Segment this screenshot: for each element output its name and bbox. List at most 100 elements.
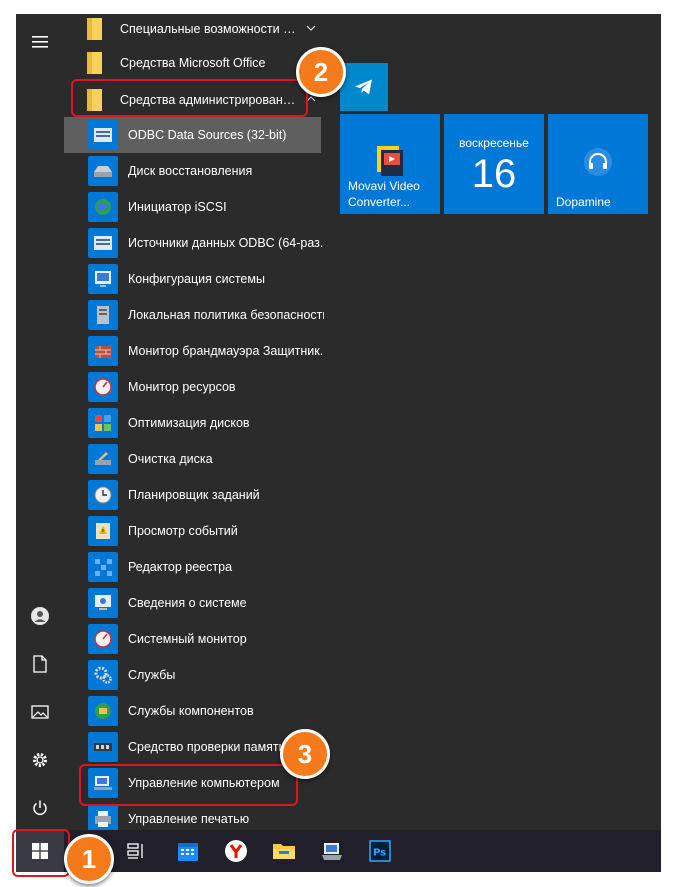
app-label: ODBC Data Sources (32-bit) — [128, 128, 287, 142]
app-task-scheduler[interactable]: Планировщик заданий — [64, 477, 332, 513]
folder-admin-tools[interactable]: Средства администрирования... — [64, 82, 332, 118]
start-rail — [16, 14, 64, 830]
app-label: Очистка диска — [128, 452, 213, 466]
app-firewall-monitor[interactable]: Монитор брандмауэра Защитник... — [64, 333, 332, 369]
app-odbc-64[interactable]: Источники данных ODBC (64-раз... — [64, 225, 332, 261]
expand-menu-button[interactable] — [16, 20, 64, 64]
folder-icon — [80, 48, 110, 78]
task-view-button[interactable] — [112, 830, 160, 872]
drive-icon — [88, 156, 118, 186]
cleanup-icon — [88, 444, 118, 474]
clock-icon — [88, 480, 118, 510]
folder-label: Средства Microsoft Office — [120, 56, 266, 70]
start-button[interactable] — [16, 830, 64, 872]
app-perfmon[interactable]: Системный монитор — [64, 621, 332, 657]
app-label: Конфигурация системы — [128, 272, 265, 286]
taskbar-computer-management[interactable] — [308, 830, 356, 872]
app-resource-monitor[interactable]: Монитор ресурсов — [64, 369, 332, 405]
registry-icon — [88, 552, 118, 582]
tile-dopamine-label: Dopamine — [556, 195, 611, 209]
folder-label: Средства администрирования... — [120, 93, 302, 107]
app-secpol[interactable]: Локальная политика безопасности — [64, 297, 332, 333]
app-component-services[interactable]: Службы компонентов — [64, 693, 332, 729]
power-icon — [33, 800, 47, 816]
folder-icon — [273, 844, 295, 859]
event-icon — [88, 516, 118, 546]
user-icon — [31, 607, 49, 625]
taskbar-file-explorer[interactable] — [260, 830, 308, 872]
tile-movavi-label: Movavi Video Converter... — [348, 179, 420, 209]
app-label: Источники данных ODBC (64-раз... — [128, 236, 324, 250]
telegram-icon — [355, 79, 372, 95]
app-iscsi[interactable]: Инициатор iSCSI — [64, 189, 332, 225]
movavi-icon — [377, 146, 403, 176]
app-services[interactable]: Службы — [64, 657, 332, 693]
document-icon — [33, 655, 47, 673]
globe-icon — [88, 192, 118, 222]
documents-button[interactable] — [16, 642, 64, 686]
app-label: Сведения о системе — [128, 596, 247, 610]
app-system-info[interactable]: Сведения о системе — [64, 585, 332, 621]
computer-mgmt-icon — [88, 768, 118, 798]
pictures-button[interactable] — [16, 690, 64, 734]
app-msconfig[interactable]: Конфигурация системы — [64, 261, 332, 297]
picture-icon — [31, 705, 49, 719]
calendar-day: воскресенье — [459, 136, 529, 150]
step-badge-3: 3 — [280, 729, 330, 779]
folder-icon — [80, 85, 110, 115]
folder-icon — [80, 14, 110, 44]
chevron-down-icon — [306, 25, 316, 31]
app-label: Системный монитор — [128, 632, 247, 646]
app-label: Планировщик заданий — [128, 488, 260, 502]
app-list: Специальные возможности Wi... Средства M… — [64, 14, 332, 834]
components-icon — [88, 696, 118, 726]
svg-text:Ps: Ps — [373, 848, 386, 859]
user-account-button[interactable] — [16, 594, 64, 638]
app-odbc-32[interactable]: ODBC Data Sources (32-bit) — [64, 117, 321, 153]
memory-icon — [88, 732, 118, 762]
app-label: Диск восстановления — [128, 164, 253, 178]
config-icon — [88, 264, 118, 294]
taskbar-photoshop[interactable]: Ps — [356, 830, 404, 872]
calendar-date: 16 — [471, 152, 517, 196]
firewall-icon — [88, 336, 118, 366]
computer-mgmt-icon — [322, 843, 342, 860]
start-menu: Специальные возможности Wi... Средства M… — [16, 14, 661, 872]
hamburger-icon — [32, 36, 48, 48]
taskbar-calendar-app[interactable] — [164, 830, 212, 872]
step-badge-1: 1 — [64, 834, 114, 884]
tile-dopamine[interactable]: Dopamine — [548, 114, 648, 214]
app-label: Оптимизация дисков — [128, 416, 250, 430]
headphones-icon — [584, 148, 612, 176]
tiles-area: Movavi Video Converter... воскресенье 16… — [340, 14, 661, 830]
app-label: Монитор брандмауэра Защитник... — [128, 344, 324, 358]
odbc-icon — [88, 228, 118, 258]
app-label: Редактор реестра — [128, 560, 233, 574]
settings-button[interactable] — [16, 738, 64, 782]
step-badge-2: 2 — [296, 47, 346, 97]
app-regedit[interactable]: Редактор реестра — [64, 549, 332, 585]
tile-telegram[interactable] — [340, 63, 388, 111]
tile-calendar[interactable]: воскресенье 16 — [444, 114, 544, 214]
app-label: Службы — [128, 668, 176, 682]
app-label: Локальная политика безопасности — [128, 308, 324, 322]
app-label: Инициатор iSCSI — [128, 200, 227, 214]
calendar-icon — [178, 843, 198, 861]
gauge-icon — [88, 372, 118, 402]
taskbar-yandex-browser[interactable] — [212, 830, 260, 872]
app-label: Просмотр событий — [128, 524, 238, 538]
app-disk-cleanup[interactable]: Очистка диска — [64, 441, 332, 477]
app-event-viewer[interactable]: Просмотр событий — [64, 513, 332, 549]
sysinfo-icon — [88, 588, 118, 618]
folder-microsoft-office[interactable]: Средства Microsoft Office — [64, 45, 332, 81]
folder-accessibility[interactable]: Специальные возможности Wi... — [64, 14, 332, 47]
power-button[interactable] — [16, 786, 64, 830]
odbc-icon — [88, 120, 118, 150]
app-defrag[interactable]: Оптимизация дисков — [64, 405, 332, 441]
policy-icon — [88, 300, 118, 330]
tile-movavi[interactable]: Movavi Video Converter... — [340, 114, 440, 214]
windows-logo-icon — [32, 843, 48, 859]
app-recovery-drive[interactable]: Диск восстановления — [64, 153, 332, 189]
folder-label: Специальные возможности Wi... — [120, 22, 302, 36]
app-label: Монитор ресурсов — [128, 380, 236, 394]
